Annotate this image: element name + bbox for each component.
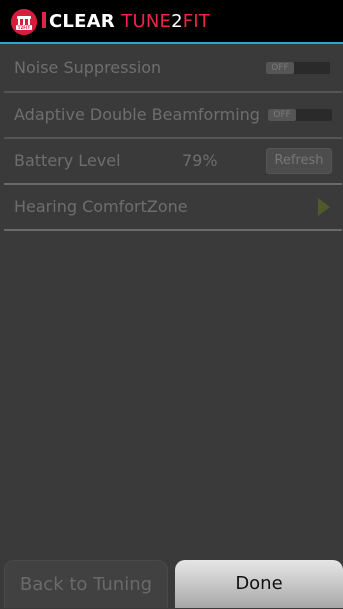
refresh-button[interactable]: Refresh	[266, 148, 332, 174]
battery-row: Battery Level 79% Refresh	[4, 139, 339, 183]
app-header: T2FIT CLEAR TUNE2FIT	[0, 0, 343, 44]
title-fit: FIT	[182, 11, 210, 32]
app-title: CLEAR TUNE2FIT	[42, 12, 210, 32]
toggle-state-text: OFF	[266, 62, 294, 74]
title-tune: TUNE	[121, 11, 172, 32]
battery-label: Battery Level	[14, 151, 121, 170]
back-to-tuning-button[interactable]: Back to Tuning	[4, 560, 168, 608]
noise-suppression-toggle[interactable]: OFF	[266, 62, 330, 74]
title-clear: CLEAR	[49, 11, 115, 32]
comfort-zone-row[interactable]: Hearing ComfortZone	[4, 185, 339, 229]
title-bar-mark	[42, 12, 46, 28]
battery-value: 79%	[182, 151, 218, 170]
noise-suppression-row: Noise Suppression OFF	[4, 46, 339, 90]
noise-suppression-label: Noise Suppression	[14, 58, 162, 77]
logo-icon: T2FIT	[11, 9, 37, 35]
done-button[interactable]: Done	[175, 560, 343, 608]
beamforming-row: Adaptive Double Beamforming OFF	[4, 93, 339, 137]
beamforming-toggle[interactable]: OFF	[268, 109, 332, 121]
play-arrow-icon	[317, 197, 331, 221]
logo-text: T2FIT	[18, 25, 31, 30]
divider	[4, 229, 342, 231]
title-two: 2	[171, 11, 183, 32]
beamforming-label: Adaptive Double Beamforming	[14, 105, 260, 124]
comfort-zone-label: Hearing ComfortZone	[14, 197, 188, 216]
toggle-state-text: OFF	[268, 109, 296, 121]
settings-screen: T2FIT CLEAR TUNE2FIT Noise Suppression O…	[0, 0, 343, 608]
